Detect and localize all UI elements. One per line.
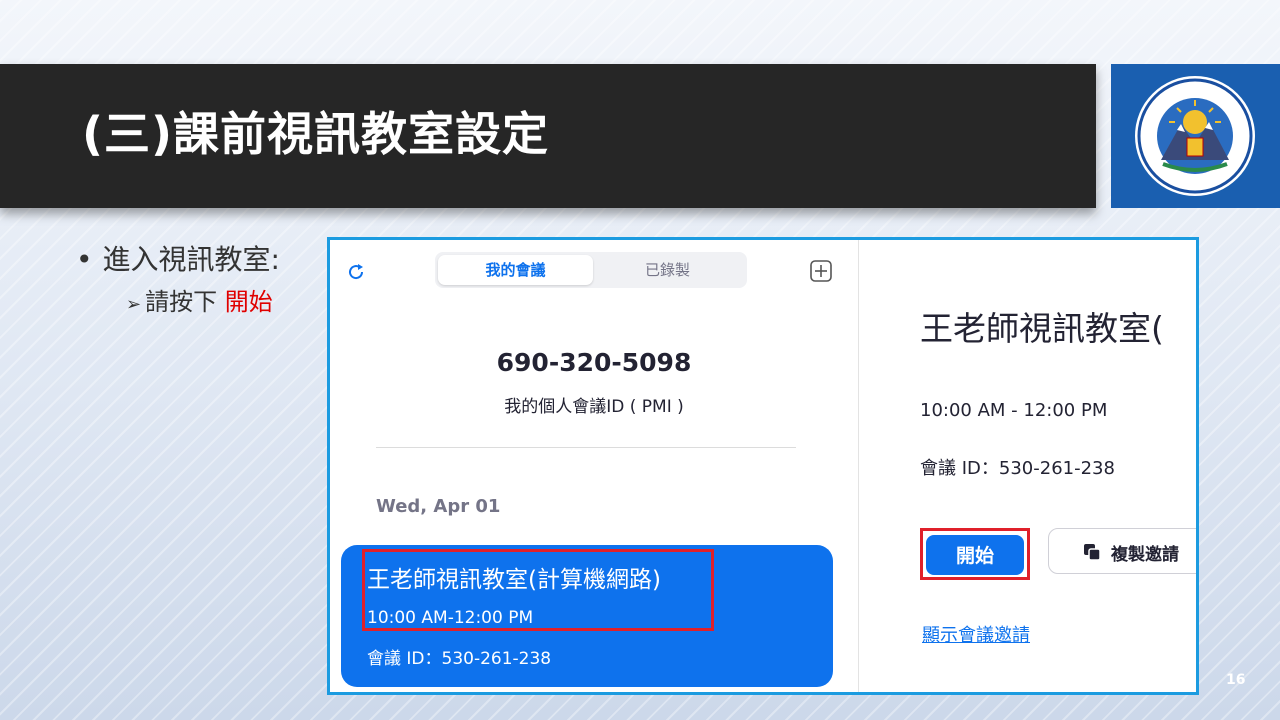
page-number: 16 bbox=[1226, 672, 1246, 688]
detail-meeting-id: 會議 ID：530-261-238 bbox=[920, 458, 1115, 479]
meeting-card-id: 會議 ID：530-261-238 bbox=[367, 649, 552, 669]
university-logo bbox=[1135, 76, 1255, 196]
sub-bullet-instruction: ➢ 請按下 開始 bbox=[126, 282, 273, 317]
meetings-list-pane: 我的會議 已錄製 690-320-5098 我的個人會議ID ( PMI ) W… bbox=[330, 240, 858, 692]
highlight-box-start bbox=[920, 528, 1030, 580]
divider bbox=[376, 447, 796, 448]
tab-my-meetings[interactable]: 我的會議 bbox=[438, 255, 593, 285]
detail-title: 王老師視訊教室( bbox=[920, 309, 1164, 348]
bullet-enter-classroom: • 進入視訊教室: bbox=[76, 238, 280, 278]
show-invite-link[interactable]: 顯示會議邀請 bbox=[922, 621, 1030, 647]
bullet-text: 進入視訊教室: bbox=[102, 243, 280, 276]
copy-invite-label: 複製邀請 bbox=[1111, 545, 1179, 565]
copy-icon bbox=[1084, 544, 1101, 561]
date-header: Wed, Apr 01 bbox=[376, 496, 501, 517]
highlight-box-meeting bbox=[362, 549, 714, 631]
meeting-tabs: 我的會議 已錄製 bbox=[435, 252, 747, 288]
copy-invite-button[interactable]: 複製邀請 bbox=[1048, 528, 1196, 574]
pane-divider bbox=[858, 240, 859, 692]
arrow-bullet-icon: ➢ bbox=[126, 294, 142, 315]
pmi-label: 我的個人會議ID ( PMI ) bbox=[504, 397, 684, 417]
refresh-icon[interactable] bbox=[346, 262, 366, 282]
tab-recorded[interactable]: 已錄製 bbox=[590, 255, 745, 285]
sub-bullet-text: 請按下 bbox=[145, 288, 218, 316]
bullet-dot: • bbox=[76, 243, 93, 276]
zoom-screenshot: 我的會議 已錄製 690-320-5098 我的個人會議ID ( PMI ) W… bbox=[327, 237, 1199, 695]
detail-time: 10:00 AM - 12:00 PM bbox=[920, 400, 1108, 421]
sub-bullet-highlight: 開始 bbox=[224, 288, 273, 316]
logo-box bbox=[1111, 64, 1280, 208]
plus-icon[interactable] bbox=[810, 260, 832, 282]
pmi-number: 690-320-5098 bbox=[496, 348, 692, 377]
slide-title: (三)課前視訊教室設定 bbox=[82, 107, 550, 161]
